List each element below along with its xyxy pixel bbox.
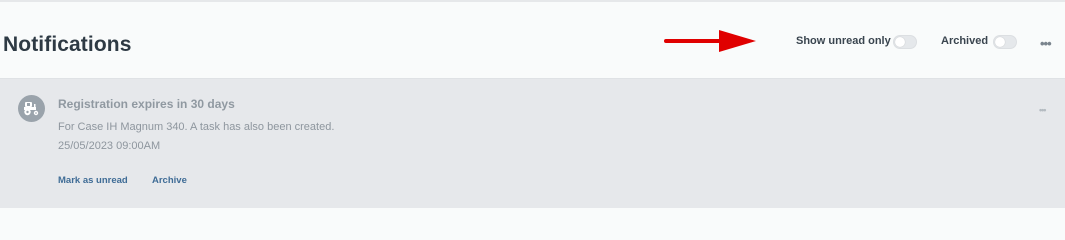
toggle-knob [995, 37, 1005, 47]
archived-toggle[interactable] [993, 35, 1017, 49]
notification-title: Registration expires in 30 days [58, 97, 235, 111]
show-unread-label: Show unread only [796, 35, 891, 47]
notification-timestamp: 25/05/2023 09:00AM [58, 140, 161, 152]
tractor-icon [18, 95, 45, 122]
more-options-icon[interactable]: ••• [1040, 36, 1052, 51]
mark-as-unread-link[interactable]: Mark as unread [58, 175, 128, 186]
notification-card[interactable]: Registration expires in 30 days For Case… [0, 78, 1065, 208]
archived-label: Archived [941, 35, 989, 47]
show-unread-toggle[interactable] [893, 35, 917, 49]
notifications-header: Notifications Show unread only Archived … [0, 2, 1065, 78]
page-title: Notifications [3, 33, 132, 56]
notification-more-icon[interactable]: ••• [1039, 105, 1047, 115]
annotation-arrow [664, 30, 756, 52]
notification-body: For Case IH Magnum 340. A task has also … [58, 121, 335, 133]
toggle-knob [895, 37, 905, 47]
archive-link[interactable]: Archive [152, 175, 187, 186]
